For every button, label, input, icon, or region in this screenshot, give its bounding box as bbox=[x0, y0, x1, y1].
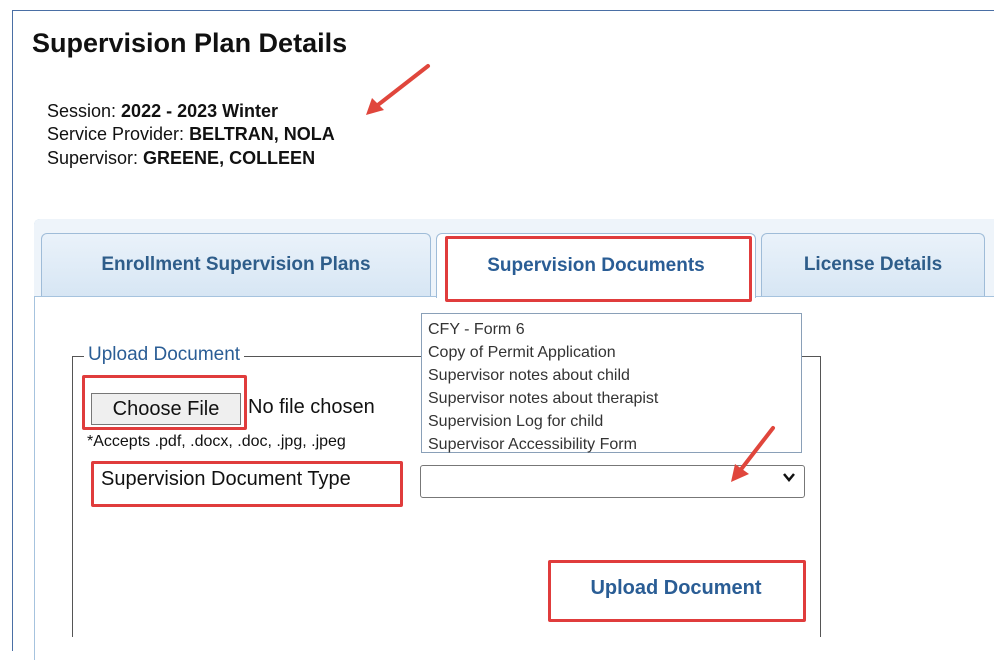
highlight-tab bbox=[445, 236, 752, 302]
supervisor-label: Supervisor: bbox=[47, 148, 144, 168]
supervisor-info: Supervisor: GREENE, COLLEEN bbox=[47, 148, 315, 169]
accepts-text: *Accepts .pdf, .docx, .doc, .jpg, .jpeg bbox=[87, 433, 346, 450]
annotation-arrow-session bbox=[366, 64, 430, 115]
annotation-arrow-select bbox=[731, 426, 775, 482]
provider-value: BELTRAN, NOLA bbox=[189, 124, 335, 144]
supervisor-value: GREENE, COLLEEN bbox=[143, 148, 316, 168]
no-file-text: No file chosen bbox=[248, 396, 375, 418]
provider-info: Service Provider: BELTRAN, NOLA bbox=[47, 124, 335, 145]
highlight-doc-type bbox=[91, 461, 403, 507]
doc-type-option[interactable]: Supervisor notes about child bbox=[428, 364, 795, 387]
doc-type-option[interactable]: Supervisor notes about therapist bbox=[428, 387, 795, 410]
tab-label: License Details bbox=[803, 254, 943, 275]
highlight-upload bbox=[548, 560, 806, 622]
session-info: Session: 2022 - 2023 Winter bbox=[47, 101, 278, 122]
upload-legend: Upload Document bbox=[84, 344, 245, 366]
tab-label: Enrollment Supervision Plans bbox=[101, 254, 371, 275]
doc-type-option[interactable]: Copy of Permit Application bbox=[428, 341, 795, 364]
highlight-choose-file bbox=[82, 375, 247, 430]
doc-type-option[interactable]: CFY - Form 6 bbox=[428, 318, 795, 341]
session-label: Session: bbox=[47, 101, 122, 121]
provider-label: Service Provider: bbox=[47, 124, 190, 144]
page-title: Supervision Plan Details bbox=[32, 28, 348, 58]
session-value: 2022 - 2023 Winter bbox=[121, 101, 278, 121]
tab-license-details[interactable]: License Details bbox=[761, 233, 985, 296]
tab-enrollment-supervision-plans[interactable]: Enrollment Supervision Plans bbox=[41, 233, 431, 296]
